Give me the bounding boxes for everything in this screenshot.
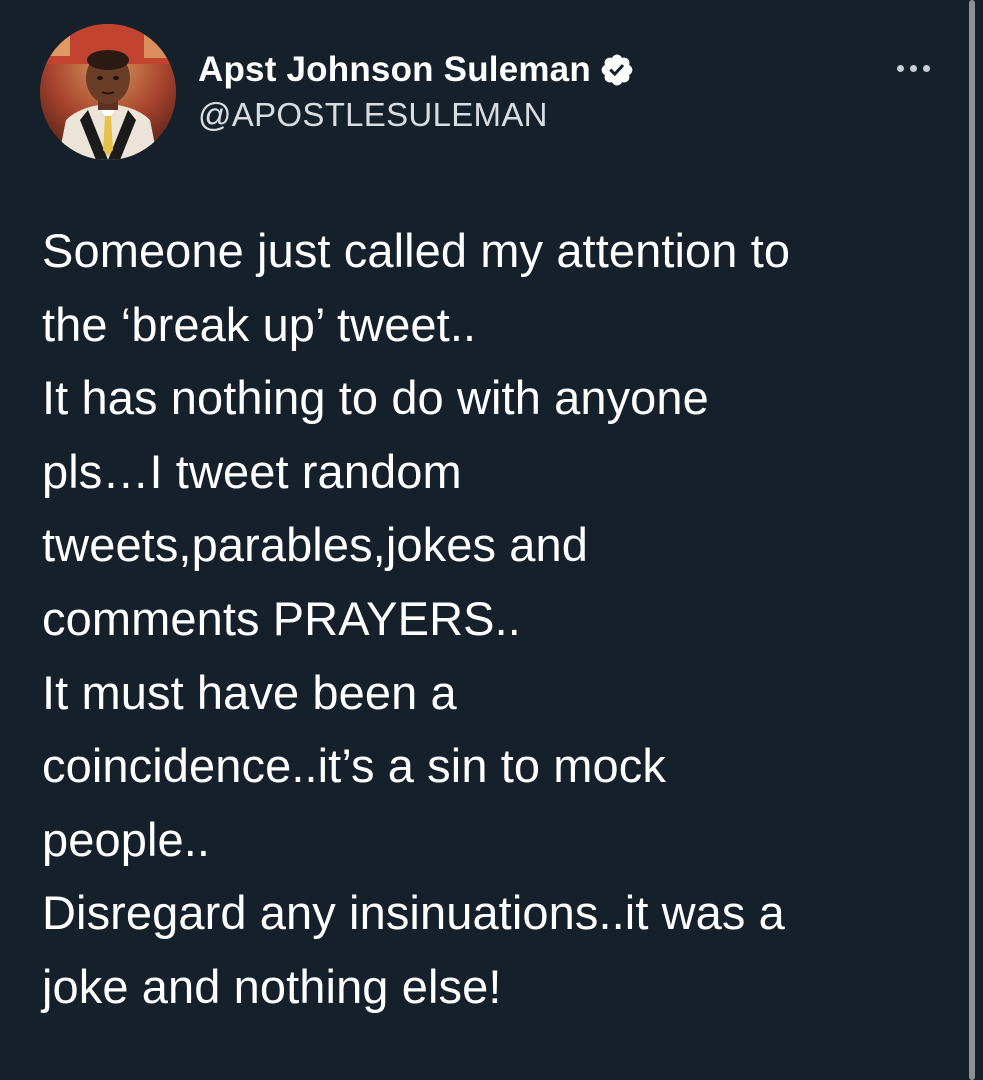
avatar[interactable] xyxy=(40,24,176,160)
tweet-card: Apst Johnson Suleman @APOSTLESULEMAN Som… xyxy=(0,0,983,1080)
tweet-text-line: pls…I tweet random xyxy=(42,444,462,498)
tweet-text: Someone just called my attention to the … xyxy=(42,214,942,1024)
tweet-text-line: the ‘break up’ tweet.. xyxy=(42,297,477,351)
tweet-text-line: Disregard any insinuations..it was a xyxy=(42,886,785,940)
author-info: Apst Johnson Suleman @APOSTLESULEMAN xyxy=(198,48,635,134)
more-horizontal-icon xyxy=(909,64,917,72)
tweet-text-line: Someone just called my attention to xyxy=(42,224,791,277)
tweet-text-line: It must have been a xyxy=(42,665,457,719)
author-display-name[interactable]: Apst Johnson Suleman xyxy=(198,50,591,90)
tweet-text-line: coincidence..it’s a sin to mock xyxy=(42,739,666,793)
verified-badge-icon xyxy=(599,52,635,88)
scrollbar[interactable] xyxy=(969,0,975,1080)
tweet-text-line: joke and nothing else! xyxy=(42,959,502,1013)
tweet-text-line: comments PRAYERS.. xyxy=(42,591,521,645)
tweet-text-line: It has nothing to do with anyone xyxy=(42,371,709,425)
more-horizontal-icon xyxy=(896,64,904,72)
tweet-text-line: people.. xyxy=(42,812,211,866)
more-horizontal-icon xyxy=(922,64,930,72)
avatar-image xyxy=(40,24,176,160)
display-name-row: Apst Johnson Suleman xyxy=(198,48,635,92)
author-handle[interactable]: @APOSTLESULEMAN xyxy=(198,96,635,134)
more-options-button[interactable] xyxy=(890,56,936,80)
tweet-header: Apst Johnson Suleman @APOSTLESULEMAN xyxy=(40,24,940,160)
tweet-text-line: tweets,parables,jokes and xyxy=(42,518,588,572)
